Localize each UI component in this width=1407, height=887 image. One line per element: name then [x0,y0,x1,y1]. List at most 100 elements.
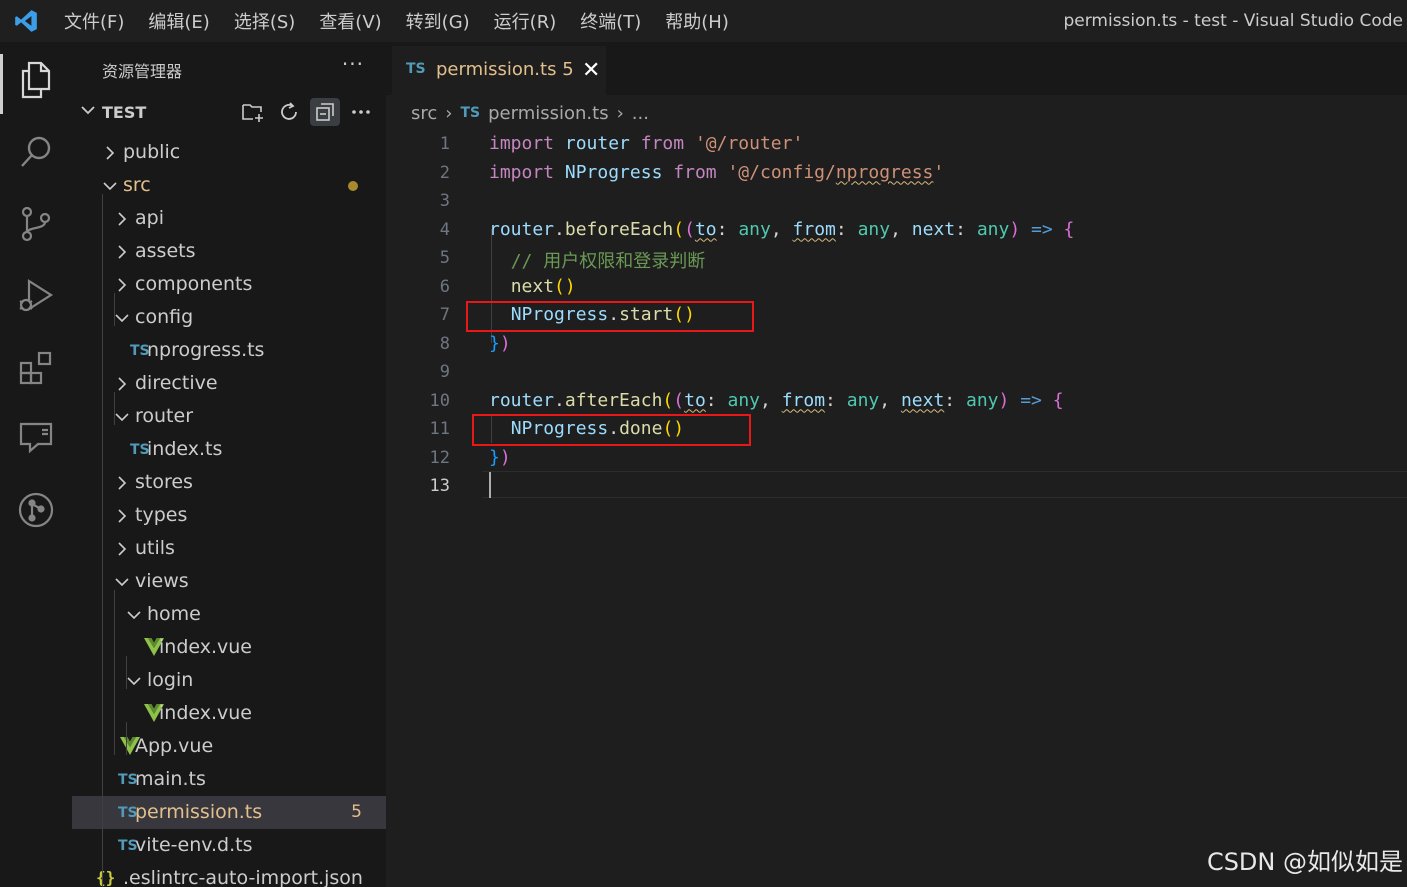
code-line: }) [489,446,511,468]
tree-item-eslintrc-auto-import-json[interactable]: {} .eslintrc-auto-import.json [72,862,386,887]
code-line: import NProgress from '@/config/nprogres… [489,161,945,183]
menu-view[interactable]: 查看(V) [307,8,393,34]
source-control-icon[interactable] [0,194,72,254]
tree-item-nprogress-ts[interactable]: TS nprogress.ts [72,334,386,367]
tree-item-router[interactable]: router [72,400,386,433]
run-debug-icon[interactable] [0,266,72,326]
tree-item-types[interactable]: types [72,499,386,532]
remote-explorer-icon[interactable] [0,408,72,468]
menu-terminal[interactable]: 终端(T) [568,8,653,34]
explorer-icon[interactable] [0,50,72,110]
indent-guide [126,722,127,755]
line-number: 4 [439,219,450,240]
tree-item-home[interactable]: home [72,598,386,631]
refresh-icon[interactable] [274,98,304,126]
code-line: next() [510,275,576,297]
menu-go[interactable]: 转到(G) [394,8,482,34]
menu-edit[interactable]: 编辑(E) [136,8,221,34]
breadcrumb-symbols[interactable]: ... [632,103,649,124]
chevron-down-icon [80,102,96,122]
tree-item-label: nprogress.ts [147,339,265,361]
collapse-all-icon[interactable] [310,98,340,126]
line-number: 10 [429,390,450,411]
tree-item-login[interactable]: login [72,664,386,697]
tab-permission-ts[interactable]: TS permission.ts 5 ✕ [392,46,606,96]
watermark: CSDN @如似如是 [1206,848,1403,876]
chevron-right-icon [114,475,130,495]
menu-file[interactable]: 文件(F) [52,8,136,34]
line-number: 1 [439,134,450,154]
workspace-section-header[interactable]: TEST [72,94,386,130]
tree-item-utils[interactable]: utils [72,532,386,565]
tree-item-label: index.ts [147,438,223,460]
tree-item-vite-env-d-ts[interactable]: TS vite-env.d.ts [72,829,386,862]
line-number: 5 [439,248,450,268]
tree-item-public[interactable]: public [72,136,386,169]
menu-help[interactable]: 帮助(H) [653,8,741,34]
window-title: permission.ts - test - Visual Studio Cod… [1063,11,1403,31]
tree-item-label: index.vue [159,636,252,658]
tree-item-label: src [123,174,151,196]
tree-item-assets[interactable]: assets [72,235,386,268]
indent-guide [126,656,127,689]
tree-item-views[interactable]: views [72,565,386,598]
tree-item-components[interactable]: components [72,268,386,301]
indent-guide [114,392,115,425]
line-number: 9 [439,362,450,382]
code-editor[interactable]: 1 2 3 4 5 6 7 8 9 10 11 12 13 import router from '@/… [386,131,1407,887]
indent-guide [114,293,115,326]
tree-item-label: login [147,669,194,691]
explorer-more-button[interactable]: ··· [342,52,364,76]
editor-tab-bar: TS permission.ts 5 ✕ [386,42,1407,96]
new-folder-icon[interactable] [238,98,268,126]
code-line: router.beforeEach((to: any, from: any, n… [489,218,1075,240]
code-line: import router from '@/router' [489,133,804,154]
explorer-sidebar: 资源管理器 ··· TEST public src api assets compone… [72,42,386,887]
tree-item-app-vue[interactable]: App.vue [72,730,386,763]
section-more-icon[interactable] [346,98,376,126]
search-icon[interactable] [0,122,72,182]
line-number: 8 [439,333,450,354]
tree-item-label: types [135,504,188,526]
tree-item-label: config [135,306,194,328]
chevron-right-icon [114,376,130,396]
line-number: 13 [429,476,450,496]
tree-item-index-ts[interactable]: TS index.ts [72,433,386,466]
chevron-down-icon [126,673,142,693]
tree-item-config[interactable]: config [72,301,386,334]
tree-item-index-vue[interactable]: index.vue [72,697,386,730]
modified-dot-icon [348,181,358,191]
line-number: 3 [439,191,450,211]
chevron-right-icon [114,244,130,264]
ts-file-icon: TS [406,61,426,77]
tree-item-main-ts[interactable]: TS main.ts [72,763,386,796]
title-bar: 文件(F) 编辑(E) 选择(S) 查看(V) 转到(G) 运行(R) 终端(T… [0,0,1407,42]
menu-selection[interactable]: 选择(S) [222,8,307,34]
workspace-title: TEST [102,103,147,122]
tree-item-api[interactable]: api [72,202,386,235]
tree-item-directive[interactable]: directive [72,367,386,400]
breadcrumb-file[interactable]: permission.ts [488,103,608,124]
tree-item-label: index.vue [159,702,252,724]
menu-bar: 文件(F) 编辑(E) 选择(S) 查看(V) 转到(G) 运行(R) 终端(T… [52,0,741,42]
code-line: // 用户权限和登录判断 [510,251,706,272]
ts-file-icon: TS [460,105,481,121]
breadcrumb-folder[interactable]: src [411,103,437,124]
tree-item-index-vue[interactable]: index.vue [72,631,386,664]
tab-problems-count: 5 [562,59,574,80]
explorer-title: 资源管理器 [102,62,183,81]
extensions-icon[interactable] [0,338,72,398]
git-graph-icon[interactable] [0,480,72,540]
menu-run[interactable]: 运行(R) [482,8,569,34]
explorer-toolbar [238,98,376,126]
chevron-down-icon [126,607,142,627]
tree-item-src[interactable]: src [72,169,386,202]
problems-count-badge: 5 [351,802,362,822]
chevron-down-icon [102,178,118,198]
indent-guide [102,194,103,887]
tree-item-stores[interactable]: stores [72,466,386,499]
close-icon[interactable]: ✕ [582,58,600,83]
chevron-down-icon [114,310,130,330]
tree-item-permission-ts[interactable]: TS permission.ts 5 [72,796,386,829]
highlight-box-done [472,414,751,446]
